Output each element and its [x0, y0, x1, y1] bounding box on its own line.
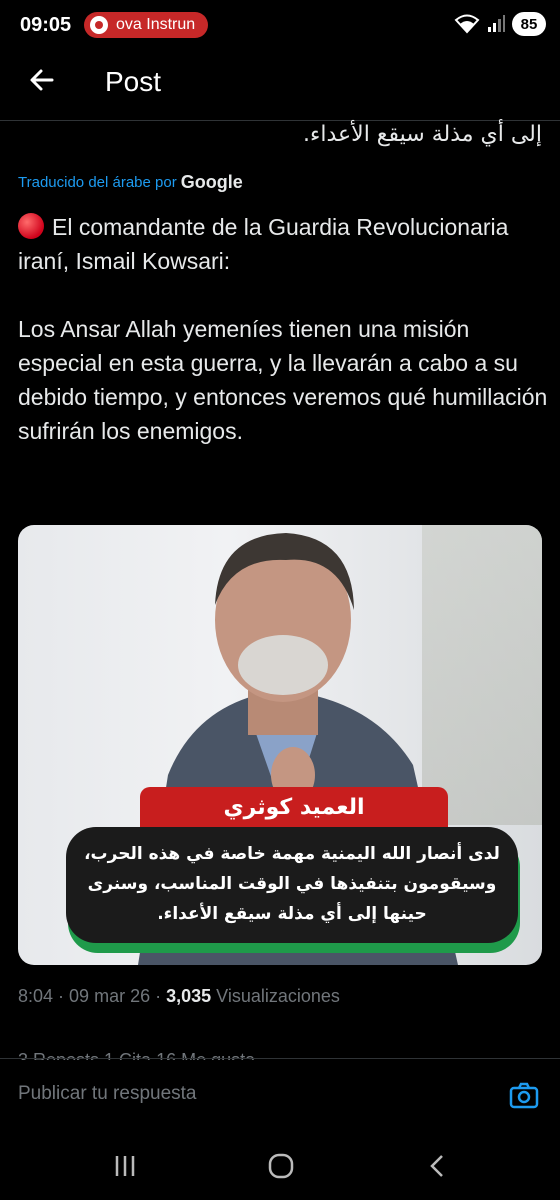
name-banner: العميد كوثري [140, 787, 448, 829]
google-logo: Google [180, 172, 243, 192]
views-label[interactable]: Visualizaciones [216, 986, 340, 1006]
post-paragraph-2: Los Ansar Allah yemeníes tienen una misi… [18, 316, 548, 444]
recent-apps-icon[interactable] [109, 1150, 141, 1182]
reply-bar: Publicar tu respuesta [0, 1058, 560, 1135]
page-title: Post [105, 66, 162, 97]
post-meta: 8:04 · 09 mar 26 · 3,035 Visualizaciones [18, 986, 340, 1006]
top-bar: Post [0, 50, 560, 116]
post-image[interactable]: العميد كوثري لدى أنصار الله اليمنية مهمة… [18, 525, 542, 965]
quote-line-2: وسيقومون بتنفيذها في الوقت المناسب، وسنر… [87, 874, 497, 894]
back-nav-icon[interactable] [422, 1150, 454, 1182]
home-icon[interactable] [265, 1150, 297, 1182]
translation-label[interactable]: Traducido del árabe por Google [18, 172, 243, 193]
recording-label: ova Instrun [116, 16, 196, 33]
translated-from-text: Traducido del árabe por [18, 174, 177, 191]
views-count: 3,035 [166, 986, 212, 1006]
quote-line-1: لدى أنصار الله اليمنية مهمة خاصة في هذه … [84, 844, 500, 864]
post-date: 09 mar 26 [69, 986, 151, 1006]
post-body: El comandante de la Guardia Revolucionar… [18, 210, 548, 448]
reply-placeholder: Publicar tu respuesta [18, 1083, 197, 1104]
screen-recording-pill[interactable]: ova Instrun [84, 12, 208, 38]
header-divider [0, 120, 560, 121]
record-icon [90, 16, 108, 34]
camera-icon[interactable] [508, 1079, 540, 1111]
signal-icon [488, 15, 505, 32]
system-navigation [0, 1134, 560, 1200]
status-time: 09:05 [20, 14, 72, 36]
quote-line-3: حينها إلى أي مذلة سيقع الأعداء. [157, 904, 427, 924]
status-bar: 09:05 ova Instrun 85 [0, 0, 560, 50]
quote-caption: لدى أنصار الله اليمنية مهمة خاصة في هذه … [66, 827, 518, 943]
arrow-left-icon[interactable] [26, 64, 58, 96]
post-time: 8:04 [18, 986, 54, 1006]
wifi-icon [454, 14, 480, 34]
post-paragraph-1: El comandante de la Guardia Revolucionar… [18, 210, 548, 278]
battery-level: 85 [512, 12, 546, 36]
original-arabic-text: إلى أي مذلة سيقع الأعداء. [303, 122, 542, 147]
reply-input[interactable]: Publicar tu respuesta [18, 1083, 197, 1105]
red-circle-icon [18, 213, 44, 239]
system-icons: 85 [454, 12, 546, 36]
post-paragraph-1-text: El comandante de la Guardia Revolucionar… [18, 214, 509, 274]
